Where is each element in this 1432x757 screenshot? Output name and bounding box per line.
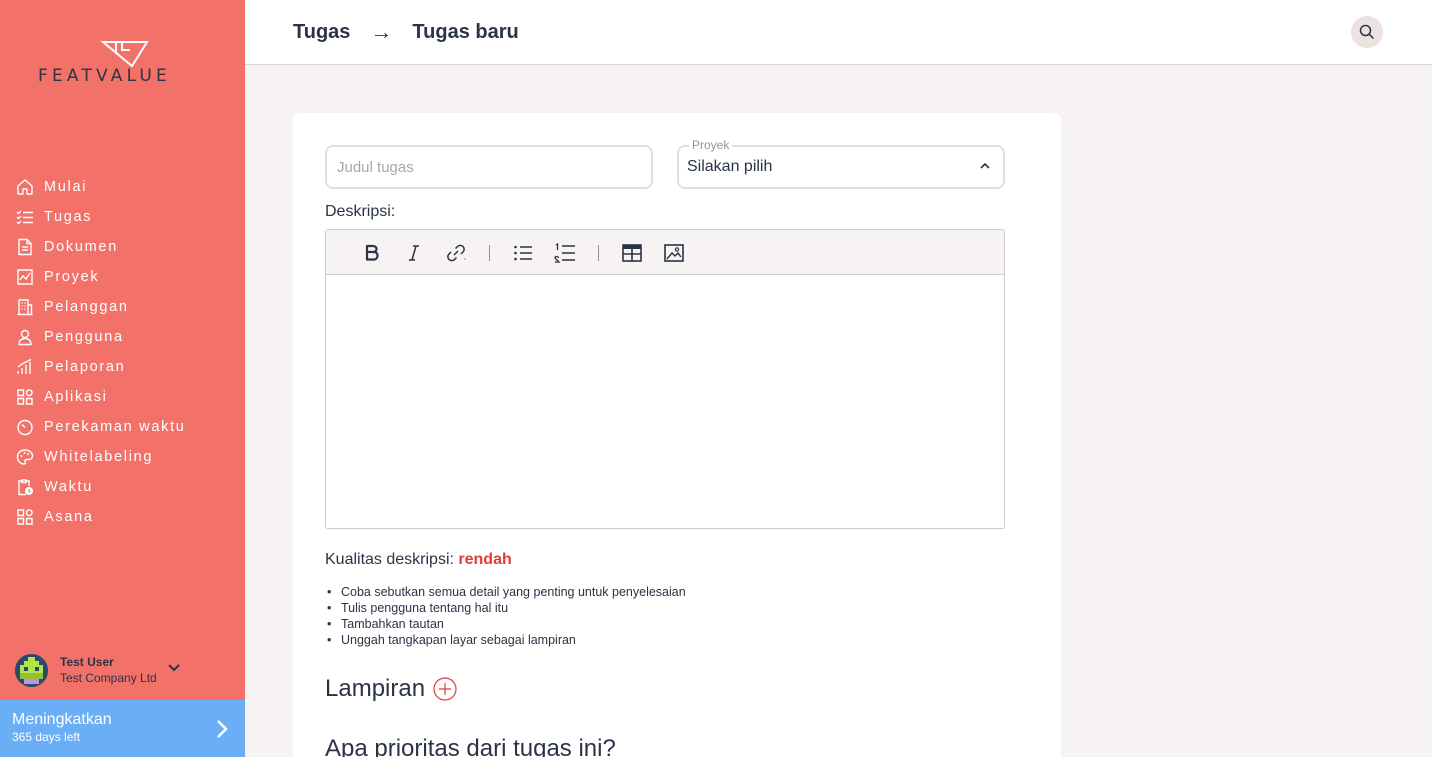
logo-mark-icon <box>100 41 149 68</box>
image-button[interactable] <box>662 241 686 265</box>
search-icon <box>1359 24 1375 40</box>
add-attachment-icon[interactable] <box>433 677 457 701</box>
priority-title: Apa prioritas dari tugas ini? <box>325 735 616 757</box>
table-button[interactable] <box>620 241 644 265</box>
sidebar-item-proyek[interactable]: Proyek <box>16 262 186 292</box>
user-company: Test Company Ltd <box>60 670 157 685</box>
project-select-value: Silakan pilih <box>687 158 773 175</box>
clipboard-clock-icon <box>18 479 33 496</box>
bold-button[interactable] <box>360 241 384 265</box>
chevron-up-icon <box>980 162 990 169</box>
description-editor <box>325 229 1005 529</box>
sidebar-item-tugas[interactable]: Tugas <box>16 202 186 232</box>
sidebar-item-whitelabeling[interactable]: Whitelabeling <box>16 442 186 472</box>
attachments-title: Lampiran <box>325 675 426 702</box>
quality-label: Kualitas deskripsi: <box>325 551 454 568</box>
table-icon <box>622 244 642 262</box>
breadcrumb-new-task: Tugas baru <box>412 20 519 43</box>
sidebar-item-label: Aplikasi <box>44 389 108 405</box>
chevron-down-icon[interactable] <box>167 663 181 673</box>
chevron-right-icon <box>217 720 228 738</box>
sidebar-item-waktu[interactable]: Waktu <box>16 472 186 502</box>
description-quality: Kualitas deskripsi: rendah <box>325 551 512 569</box>
avatar <box>15 653 48 687</box>
list-item: Coba sebutkan semua detail yang penting … <box>327 584 686 600</box>
sidebar-item-dokumen[interactable]: Dokumen <box>16 232 186 262</box>
toolbar-divider <box>598 245 599 261</box>
italic-icon <box>409 245 419 261</box>
breadcrumb-tasks[interactable]: Tugas <box>293 21 350 44</box>
palette-icon <box>16 449 34 465</box>
timer-icon <box>17 419 33 436</box>
upgrade-title: Meningkatkan <box>12 711 112 728</box>
sidebar-item-label: Dokumen <box>44 239 118 255</box>
task-form-card: Proyek Silakan pilih Deskripsi: <box>293 113 1061 757</box>
search-button[interactable] <box>1351 16 1383 48</box>
sidebar-item-pelanggan[interactable]: Pelanggan <box>16 292 186 322</box>
sidebar-item-label: Proyek <box>44 269 100 285</box>
sidebar-nav: Mulai Tugas Dokumen Proyek Pelanggan Pen… <box>16 172 186 532</box>
sidebar-item-label: Mulai <box>44 179 88 195</box>
sidebar-item-perekaman-waktu[interactable]: Perekaman waktu <box>16 412 186 442</box>
sidebar-item-asana[interactable]: Asana <box>16 502 186 532</box>
editor-content-area[interactable] <box>326 275 1004 528</box>
sidebar-item-label: Pengguna <box>44 329 124 345</box>
description-tips: Coba sebutkan semua detail yang penting … <box>327 584 686 648</box>
logo-text: FEATVALUE <box>38 66 171 86</box>
sidebar-item-pelaporan[interactable]: Pelaporan <box>16 352 186 382</box>
list-item: Tambahkan tautan <box>327 616 686 632</box>
attachments-section: Lampiran <box>325 675 457 703</box>
list-item: Unggah tangkapan layar sebagai lampiran <box>327 632 686 648</box>
image-icon <box>664 244 684 262</box>
bullet-list-icon <box>514 245 532 261</box>
quality-value: rendah <box>458 551 512 568</box>
upgrade-button[interactable]: Meningkatkan 365 days left <box>0 700 245 757</box>
sidebar-item-aplikasi[interactable]: Aplikasi <box>16 382 186 412</box>
sidebar-item-label: Pelaporan <box>44 359 126 375</box>
report-bars-icon <box>17 358 32 374</box>
editor-toolbar <box>326 230 1004 275</box>
link-icon <box>447 244 466 262</box>
home-icon <box>17 179 33 195</box>
avatar-pixel-icon <box>15 653 48 687</box>
upgrade-days-left: 365 days left <box>12 730 81 744</box>
numbered-list-icon <box>554 243 575 263</box>
bullet-list-button[interactable] <box>511 241 535 265</box>
user-icon <box>18 329 32 346</box>
sidebar-item-label: Whitelabeling <box>44 449 154 465</box>
task-list-icon <box>16 210 33 225</box>
document-icon <box>18 238 32 256</box>
breadcrumb: Tugas → Tugas baru <box>293 19 519 45</box>
sidebar-item-label: Pelanggan <box>44 299 129 315</box>
user-name: Test User <box>60 654 114 669</box>
description-label: Deskripsi: <box>325 203 396 220</box>
numbered-list-button[interactable] <box>553 241 577 265</box>
sidebar: FEATVALUE Mulai Tugas Dokumen Proyek Pel… <box>0 0 245 757</box>
breadcrumb-arrow-icon: → <box>370 19 393 44</box>
sidebar-item-label: Perekaman waktu <box>44 419 186 435</box>
project-select-label: Proyek <box>689 138 733 152</box>
apps-icon <box>17 509 33 525</box>
link-button[interactable] <box>444 241 468 265</box>
toolbar-divider <box>489 245 490 261</box>
italic-button[interactable] <box>402 241 426 265</box>
sidebar-item-label: Tugas <box>44 209 93 225</box>
building-icon <box>17 299 33 316</box>
user-menu[interactable]: Test User Test Company Ltd <box>15 652 230 688</box>
apps-icon <box>17 389 33 405</box>
sidebar-item-pengguna[interactable]: Pengguna <box>16 322 186 352</box>
top-header: Tugas → Tugas baru <box>245 0 1432 65</box>
sidebar-item-mulai[interactable]: Mulai <box>16 172 186 202</box>
list-item: Tulis pengguna tentang hal itu <box>327 600 686 616</box>
sidebar-item-label: Waktu <box>44 479 94 495</box>
project-select[interactable]: Proyek Silakan pilih <box>677 138 1005 189</box>
featvalue-logo[interactable]: FEATVALUE <box>38 40 213 90</box>
task-title-input[interactable] <box>325 145 653 189</box>
project-chart-icon <box>17 269 33 285</box>
sidebar-item-label: Asana <box>44 509 94 525</box>
bold-icon <box>365 244 379 261</box>
